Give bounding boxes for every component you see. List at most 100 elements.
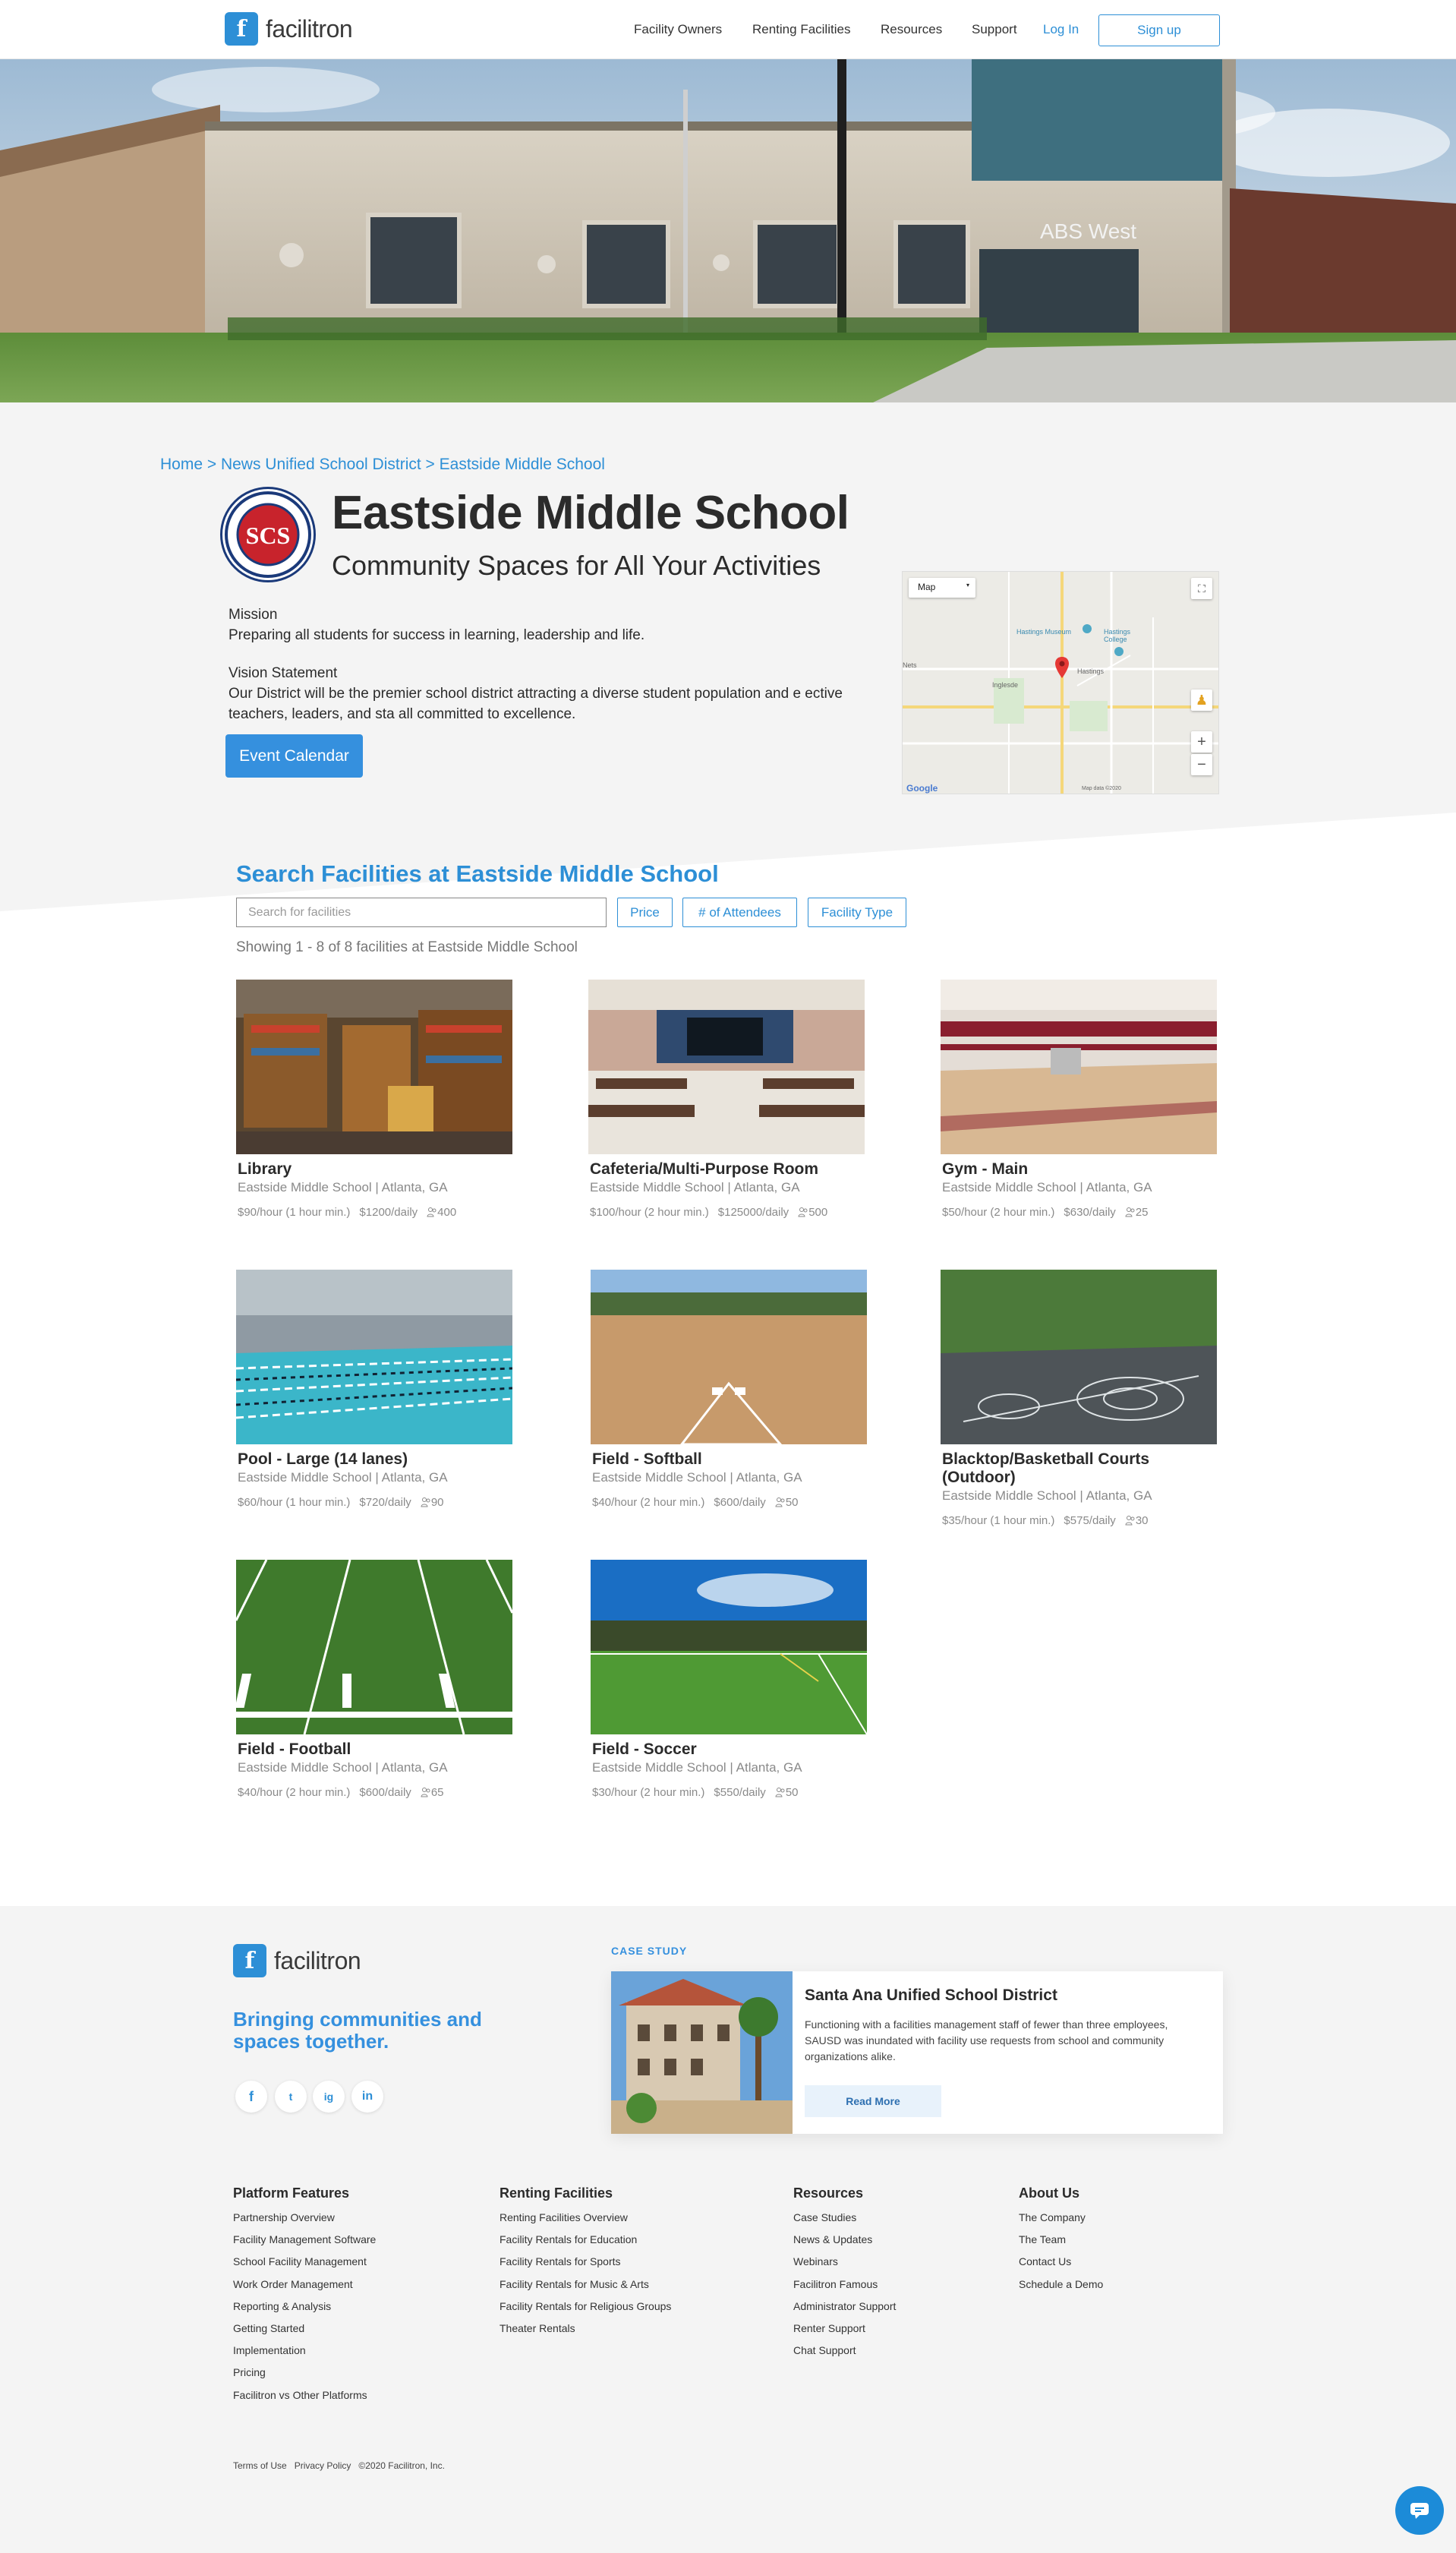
street-view-icon[interactable]: ♟: [1191, 690, 1212, 711]
case-study-card[interactable]: Santa Ana Unified School District Functi…: [611, 1971, 1223, 2134]
footer-link[interactable]: Theater Rentals: [500, 2321, 671, 2343]
fullscreen-icon[interactable]: ⛶: [1191, 578, 1212, 599]
facility-name[interactable]: Cafeteria/Multi-Purpose Room: [588, 1160, 865, 1179]
zoom-in-button[interactable]: +: [1191, 731, 1212, 753]
footer-column-renting: Renting Facilities Renting Facilities Ov…: [500, 2185, 671, 2343]
mission-text: Preparing all students for success in le…: [228, 627, 645, 643]
building-sign: ABS West: [1040, 219, 1136, 243]
footer-link[interactable]: Facility Rentals for Music & Arts: [500, 2277, 671, 2299]
facility-name[interactable]: Field - Football: [236, 1740, 512, 1759]
nav-renting-facilities[interactable]: Renting Facilities: [752, 22, 850, 37]
footer-link[interactable]: Pricing: [233, 2365, 376, 2387]
footer-link[interactable]: Case Studies: [793, 2211, 896, 2233]
facility-name[interactable]: Gym - Main: [941, 1160, 1217, 1179]
hourly-rate: $100/hour (2 hour min.): [590, 1206, 709, 1219]
nav-support[interactable]: Support: [972, 22, 1017, 37]
facility-type-filter-button[interactable]: Facility Type: [808, 898, 906, 927]
footer-link[interactable]: The Company: [1019, 2211, 1103, 2233]
case-study-label: CASE STUDY: [611, 1945, 688, 1957]
footer-link[interactable]: Partnership Overview: [233, 2211, 376, 2233]
legal-links: Terms of Use Privacy Policy ©2020 Facili…: [233, 2460, 445, 2471]
facility-name[interactable]: Field - Softball: [591, 1450, 867, 1469]
facility-card-blacktop[interactable]: Blacktop/Basketball Courts (Outdoor) Eas…: [941, 1270, 1217, 1527]
search-title: Search Facilities at Eastside Middle Sch…: [236, 860, 719, 887]
terms-link[interactable]: Terms of Use: [233, 2460, 287, 2471]
footer-link[interactable]: Facility Rentals for Education: [500, 2233, 671, 2255]
nav-resources[interactable]: Resources: [881, 22, 942, 37]
facility-card-library[interactable]: Library Eastside Middle School | Atlanta…: [236, 980, 512, 1219]
facility-photo-library[interactable]: [236, 980, 512, 1154]
facility-meta: $50/hour (2 hour min.) $630/daily 25: [941, 1206, 1217, 1219]
facility-card-softball[interactable]: Field - Softball Eastside Middle School …: [591, 1270, 867, 1509]
footer-link[interactable]: Webinars: [793, 2255, 896, 2277]
footer-link[interactable]: School Facility Management: [233, 2255, 376, 2277]
daily-rate: $125000/daily: [717, 1206, 789, 1219]
footer-link[interactable]: Work Order Management: [233, 2277, 376, 2299]
facility-card-pool[interactable]: Pool - Large (14 lanes) Eastside Middle …: [236, 1270, 512, 1509]
facilitron-logo[interactable]: f facilitron: [225, 12, 353, 46]
facility-card-soccer[interactable]: Field - Soccer Eastside Middle School | …: [591, 1560, 867, 1799]
hourly-rate: $40/hour (2 hour min.): [592, 1496, 705, 1509]
facebook-icon[interactable]: f: [235, 2081, 267, 2113]
facility-search-input[interactable]: Search for facilities: [236, 898, 607, 927]
facility-location: Eastside Middle School | Atlanta, GA: [238, 1470, 448, 1485]
read-more-button[interactable]: Read More: [805, 2085, 941, 2117]
daily-rate: $600/daily: [714, 1496, 766, 1509]
facility-photo-softball[interactable]: [591, 1270, 867, 1444]
event-calendar-button[interactable]: Event Calendar: [225, 734, 363, 778]
facility-meta: $40/hour (2 hour min.) $600/daily 65: [236, 1786, 512, 1799]
footer-link[interactable]: Renter Support: [793, 2321, 896, 2343]
facility-name[interactable]: Field - Soccer: [591, 1740, 867, 1759]
footer-link[interactable]: Renting Facilities Overview: [500, 2211, 671, 2233]
daily-rate: $720/daily: [359, 1496, 411, 1509]
privacy-link[interactable]: Privacy Policy: [295, 2460, 351, 2471]
twitter-icon[interactable]: t: [275, 2081, 307, 2113]
facility-photo-football[interactable]: [236, 1560, 512, 1734]
footer-logo[interactable]: f facilitron: [233, 1944, 361, 1977]
nav-facility-owners[interactable]: Facility Owners: [634, 22, 722, 37]
location-map[interactable]: Map ▾ ⛶ Hastings Museum Hastings College…: [902, 571, 1219, 794]
footer-link[interactable]: Facility Management Software: [233, 2233, 376, 2255]
map-pin-icon[interactable]: [1055, 657, 1069, 678]
facility-card-cafeteria[interactable]: Cafeteria/Multi-Purpose Room Eastside Mi…: [588, 980, 865, 1219]
chat-widget-button[interactable]: [1395, 2486, 1444, 2535]
facility-card-gym[interactable]: Gym - Main Eastside Middle School | Atla…: [941, 980, 1217, 1219]
facility-photo-cafeteria[interactable]: [588, 980, 865, 1154]
facility-name[interactable]: Library: [236, 1160, 512, 1179]
facility-photo-blacktop[interactable]: [941, 1270, 1217, 1444]
instagram-icon[interactable]: ig: [313, 2081, 345, 2113]
attendees-filter-button[interactable]: # of Attendees: [682, 898, 797, 927]
capacity: 400: [427, 1206, 456, 1219]
zoom-out-button[interactable]: −: [1191, 754, 1212, 775]
footer-link[interactable]: Facility Rentals for Religious Groups: [500, 2299, 671, 2321]
footer-link[interactable]: News & Updates: [793, 2233, 896, 2255]
footer-link[interactable]: Administrator Support: [793, 2299, 896, 2321]
signup-button[interactable]: Sign up: [1098, 14, 1220, 46]
footer-link[interactable]: Getting Started: [233, 2321, 376, 2343]
footer-link[interactable]: Contact Us: [1019, 2255, 1103, 2277]
footer-link[interactable]: The Team: [1019, 2233, 1103, 2255]
price-filter-button[interactable]: Price: [617, 898, 673, 927]
facility-photo-pool[interactable]: [236, 1270, 512, 1444]
footer-link[interactable]: Facility Rentals for Sports: [500, 2255, 671, 2277]
facility-name[interactable]: Blacktop/Basketball Courts (Outdoor): [941, 1450, 1217, 1487]
footer-link[interactable]: Chat Support: [793, 2343, 896, 2365]
linkedin-icon[interactable]: in: [351, 2081, 383, 2113]
vision-text: Our District will be the premier school …: [228, 686, 843, 722]
hourly-rate: $30/hour (2 hour min.): [592, 1786, 705, 1799]
case-study-photo: [611, 1971, 793, 2134]
footer-link[interactable]: Facilitron vs Other Platforms: [233, 2388, 376, 2410]
breadcrumb[interactable]: Home > News Unified School District > Ea…: [160, 456, 605, 474]
svg-text:SCS: SCS: [246, 522, 291, 549]
results-count: Showing 1 - 8 of 8 facilities at Eastsid…: [236, 939, 578, 955]
footer-link[interactable]: Reporting & Analysis: [233, 2299, 376, 2321]
login-link[interactable]: Log In: [1043, 22, 1079, 37]
facility-card-football[interactable]: Field - Football Eastside Middle School …: [236, 1560, 512, 1799]
footer-link[interactable]: Implementation: [233, 2343, 376, 2365]
map-type-select[interactable]: Map ▾: [909, 578, 975, 598]
facility-photo-soccer[interactable]: [591, 1560, 867, 1734]
facility-photo-gym[interactable]: [941, 980, 1217, 1154]
footer-link[interactable]: Facilitron Famous: [793, 2277, 896, 2299]
footer-link[interactable]: Schedule a Demo: [1019, 2277, 1103, 2299]
facility-name[interactable]: Pool - Large (14 lanes): [236, 1450, 512, 1469]
